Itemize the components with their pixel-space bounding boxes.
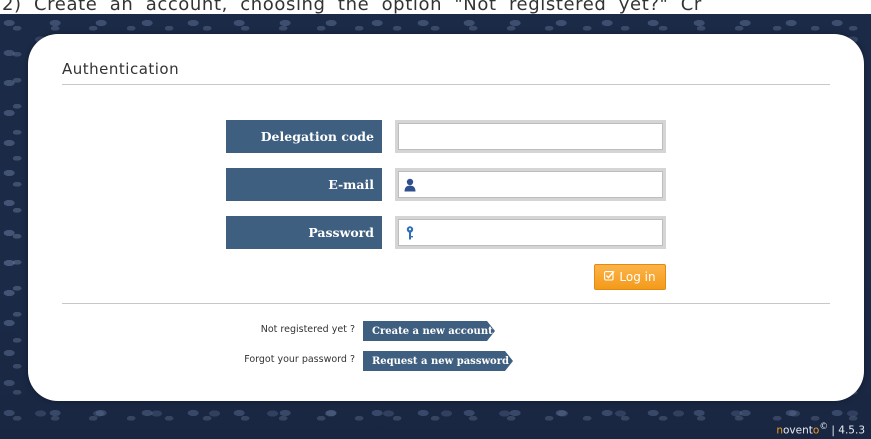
title-divider — [62, 84, 830, 85]
brand-first: n — [776, 424, 783, 436]
password-label: Password — [226, 216, 382, 249]
password-field[interactable] — [395, 216, 666, 249]
delegation-code-label: Delegation code — [226, 120, 382, 153]
footer-version: novento© | 4.5.3 — [776, 422, 865, 437]
login-label: Log in — [619, 270, 656, 284]
password-input[interactable] — [419, 219, 662, 246]
delegation-code-field[interactable] — [395, 120, 666, 153]
delegation-code-input[interactable] — [403, 123, 662, 150]
register-question-wrap: Not registered yet ? — [28, 324, 355, 338]
bottom-divider — [62, 303, 830, 304]
checkbox-icon — [604, 270, 615, 284]
login-button[interactable]: Log in — [594, 264, 666, 290]
panel-title: Authentication — [62, 60, 180, 78]
version-number: 4.5.3 — [838, 424, 865, 436]
copyright-mark: © — [819, 421, 829, 432]
request-password-button[interactable]: Request a new password — [363, 351, 513, 371]
user-icon — [403, 177, 417, 193]
email-field[interactable] — [395, 168, 666, 201]
forgot-question-wrap: Forgot your password ? — [28, 354, 355, 368]
forgot-question: Forgot your password ? — [244, 354, 355, 365]
authentication-panel: Authentication Delegation code E-mail Pa… — [28, 34, 864, 401]
brand-mid: ovent — [783, 424, 813, 436]
create-account-button[interactable]: Create a new account — [363, 321, 495, 341]
footer-separator: | — [828, 424, 839, 436]
email-input[interactable] — [419, 171, 662, 198]
register-question: Not registered yet ? — [260, 324, 355, 335]
email-label: E-mail — [226, 168, 382, 201]
key-icon — [403, 225, 417, 241]
